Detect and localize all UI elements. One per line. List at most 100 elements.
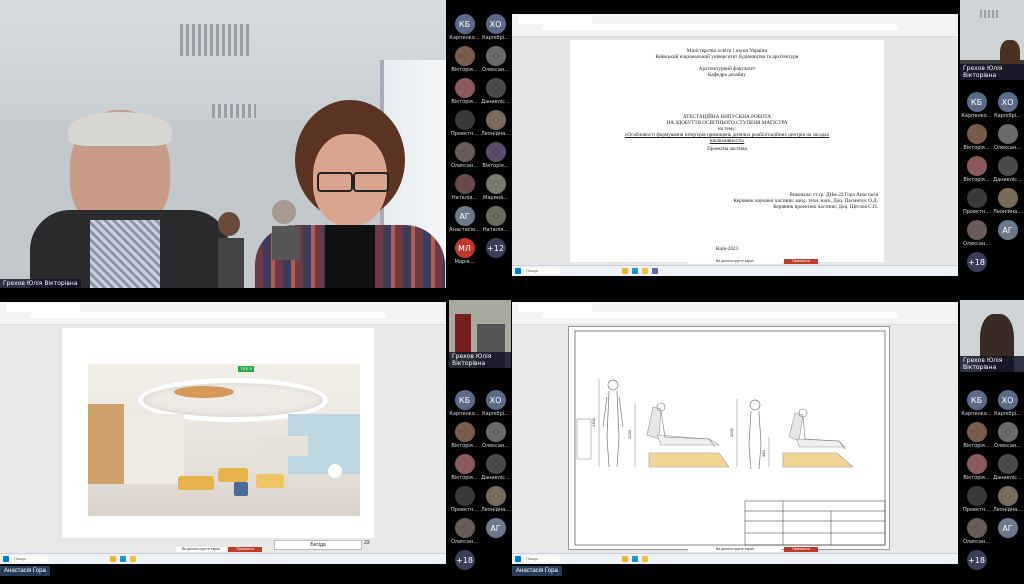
- participant-tile[interactable]: АГ: [992, 518, 1023, 552]
- participant-tile[interactable]: Леонійна...: [992, 486, 1023, 520]
- address-bar[interactable]: [30, 312, 386, 318]
- participant-name: Вікторія...: [963, 475, 990, 481]
- participant-avatar: [454, 174, 475, 194]
- participant-tile[interactable]: Вікторія...: [449, 454, 480, 488]
- video-thumbnail-name: Грехов Юлія Вікторівна: [960, 64, 1024, 80]
- participant-avatar: ХО: [485, 14, 506, 34]
- folder-icon[interactable]: [642, 556, 648, 562]
- participant-tile[interactable]: Марина...: [480, 174, 511, 208]
- participant-tile[interactable]: Вікторія...: [961, 124, 992, 158]
- participant-tile[interactable]: Вікторія...: [449, 422, 480, 456]
- participant-tile[interactable]: Наталія...: [480, 206, 511, 240]
- participant-name: Карпібрі...: [482, 35, 509, 41]
- participant-tile[interactable]: Олексан...: [992, 422, 1023, 456]
- windows-start-icon[interactable]: [515, 268, 521, 274]
- windows-start-icon[interactable]: [3, 556, 9, 562]
- windows-start-icon[interactable]: [515, 556, 521, 562]
- participant-tile[interactable]: Вікторія...: [961, 422, 992, 456]
- participant-tile[interactable]: Олексан...: [961, 220, 992, 254]
- participant-tile[interactable]: Даниеліс...: [992, 454, 1023, 488]
- stop-sharing-button[interactable]: Припинити демонстрацію: [784, 547, 818, 556]
- participant-tile[interactable]: ХО Карпібрі...: [992, 390, 1023, 424]
- participant-tile[interactable]: +18: [449, 550, 480, 584]
- participant-tile[interactable]: Леонійна...: [480, 486, 511, 520]
- participant-tile[interactable]: Вікторія...: [449, 78, 480, 112]
- participant-tile[interactable]: АГ: [992, 220, 1023, 254]
- participant-tile[interactable]: +12: [480, 238, 511, 272]
- participant-tile[interactable]: Даниеліс...: [480, 78, 511, 112]
- shared-screen-drawing[interactable]: 1300 1020 380 1035 Ви демонструєте екран…: [512, 302, 958, 564]
- participant-tile[interactable]: МЛ Марія...: [449, 238, 480, 272]
- participant-avatar: [997, 156, 1018, 176]
- participant-tile[interactable]: ХО Карпібрі...: [480, 14, 511, 48]
- participant-tile[interactable]: Олексан...: [480, 422, 511, 456]
- participant-tile[interactable]: Наталія...: [449, 174, 480, 208]
- participant-avatar: [454, 110, 475, 130]
- participant-tile[interactable]: ХО Карпібрі...: [992, 92, 1023, 126]
- participant-tile[interactable]: Проектн...: [449, 110, 480, 144]
- participant-tile[interactable]: Даниеліс...: [992, 156, 1023, 190]
- participant-tile[interactable]: Олексан...: [449, 142, 480, 176]
- stop-sharing-button[interactable]: Припинити демонстрацію: [228, 547, 262, 556]
- browser-tab[interactable]: [518, 303, 592, 312]
- participant-tile[interactable]: Олексан...: [992, 124, 1023, 158]
- participant-name: Олексан...: [450, 163, 479, 169]
- participant-tile[interactable]: Проектн...: [961, 486, 992, 520]
- participant-tile[interactable]: Вікторія...: [961, 454, 992, 488]
- person-background: [218, 212, 244, 288]
- participant-tile[interactable]: Леонійна...: [480, 110, 511, 144]
- participant-tile[interactable]: АГ Анастасія...: [449, 206, 480, 240]
- chrome-icon[interactable]: [622, 268, 628, 274]
- participant-tile[interactable]: Вікторія...: [480, 142, 511, 176]
- browser-tab[interactable]: [6, 303, 80, 312]
- participant-tile[interactable]: КБ Карпенко...: [961, 92, 992, 126]
- edge-icon[interactable]: [632, 556, 638, 562]
- participant-name: Вікторія...: [451, 443, 478, 449]
- taskbar-search[interactable]: Пошук: [524, 556, 560, 562]
- participant-tile[interactable]: Проектн...: [449, 486, 480, 520]
- participant-tile[interactable]: Вікторія...: [449, 46, 480, 80]
- teams-icon[interactable]: [652, 268, 658, 274]
- edge-icon[interactable]: [632, 268, 638, 274]
- folder-icon[interactable]: [130, 556, 136, 562]
- browser-tab[interactable]: [518, 15, 592, 24]
- shared-screen-render-slide[interactable]: ТЕХ 3 Бесіда 23 Ви демонструєте екран Пр…: [0, 302, 446, 564]
- participant-name: Вікторія...: [963, 145, 990, 151]
- participant-tile[interactable]: Даниеліс...: [480, 454, 511, 488]
- stop-sharing-button[interactable]: Припинити демонстрацію: [784, 259, 818, 268]
- video-thumbnail-top-right[interactable]: Грехов Юлія Вікторівна: [960, 0, 1024, 80]
- participant-tile[interactable]: Вікторія...: [961, 156, 992, 190]
- participant-tile[interactable]: Проектн...: [961, 188, 992, 222]
- participant-name: Карпенко...: [961, 113, 992, 119]
- participant-tile[interactable]: КБ Карпенко...: [449, 390, 480, 424]
- participant-avatar: [454, 78, 475, 98]
- participant-tile[interactable]: Олексан...: [480, 46, 511, 80]
- participant-tile[interactable]: +18: [961, 252, 992, 286]
- participant-name: Даниеліс...: [993, 475, 1022, 481]
- video-speaker-tile[interactable]: Грехов Юлія Вікторівна: [0, 0, 446, 288]
- participant-tile[interactable]: +18: [961, 550, 992, 584]
- participant-tile[interactable]: АГ: [480, 518, 511, 552]
- participant-tile[interactable]: ХО Карпібрі...: [480, 390, 511, 424]
- address-bar[interactable]: [542, 312, 898, 318]
- taskbar-search[interactable]: Пошук: [12, 556, 48, 562]
- title-page-document: Міністерство освіти і науки України Київ…: [570, 40, 884, 262]
- shared-screen-title-page[interactable]: Міністерство освіти і науки України Київ…: [512, 14, 958, 276]
- address-bar[interactable]: [542, 24, 898, 30]
- participant-tile[interactable]: КБ Карпенко...: [449, 14, 480, 48]
- taskbar-search[interactable]: Пошук: [524, 268, 560, 274]
- folder-icon[interactable]: [642, 268, 648, 274]
- video-thumbnail-bottom-right[interactable]: Грехов Юлія Вікторівна: [960, 300, 1024, 372]
- participant-tile[interactable]: Олексан...: [449, 518, 480, 552]
- edge-icon[interactable]: [120, 556, 126, 562]
- participant-avatar: [997, 422, 1018, 442]
- chrome-icon[interactable]: [110, 556, 116, 562]
- browser-toolbar: [512, 302, 958, 325]
- video-thumbnail-middle[interactable]: Грехов Юлія Вікторівна: [449, 300, 511, 368]
- participant-tile[interactable]: Леонійна...: [992, 188, 1023, 222]
- participant-strip-bottom: КБ Карпенко... ХО Карпібрі... Вікторія... Оле…: [449, 390, 511, 570]
- chrome-icon[interactable]: [622, 556, 628, 562]
- participant-tile[interactable]: Олексан...: [961, 518, 992, 552]
- participant-tile[interactable]: КБ Карпенко...: [961, 390, 992, 424]
- participant-name: Карпенко...: [449, 411, 480, 417]
